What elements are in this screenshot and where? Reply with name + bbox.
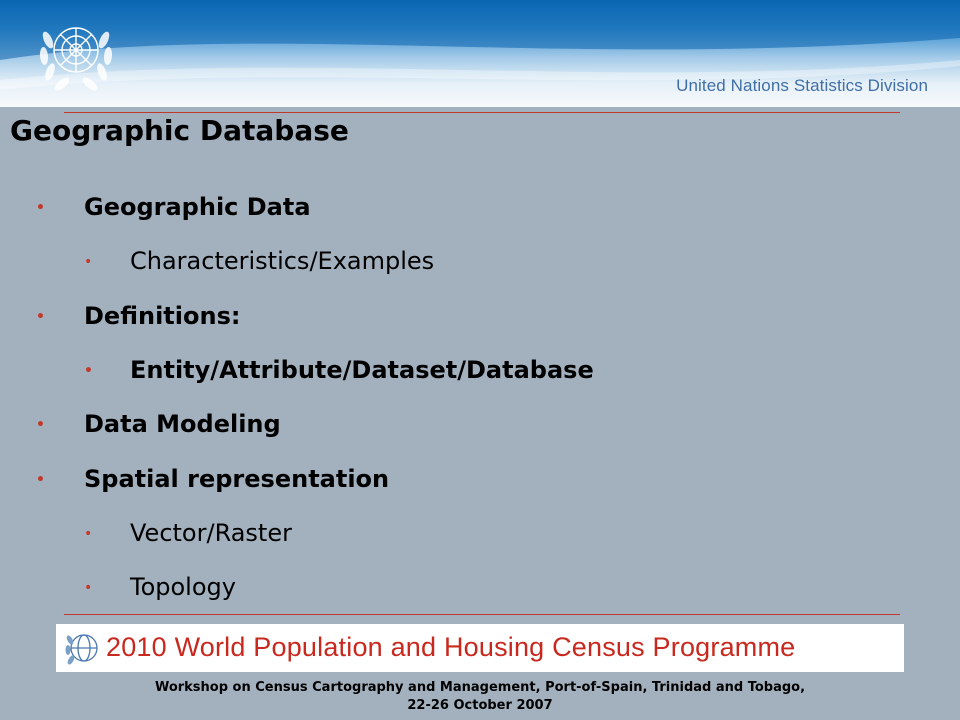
top-divider	[64, 112, 900, 113]
bullet-marker: •	[36, 200, 45, 216]
division-name: United Nations Statistics Division	[676, 76, 928, 95]
bullet-marker: •	[84, 254, 93, 270]
slide-title: Geographic Database	[10, 114, 349, 147]
bullet-item: • Data Modeling	[36, 410, 281, 438]
bullet-marker: •	[84, 580, 93, 596]
footer-line-2: 22-26 October 2007	[407, 698, 553, 713]
un-emblem-icon	[39, 27, 113, 91]
footer-line-1: Workshop on Census Cartography and Manag…	[154, 680, 806, 695]
bullet-marker: •	[36, 417, 45, 433]
census-banner: 2010 World Population and Housing Census…	[56, 624, 904, 672]
bottom-divider	[64, 614, 900, 615]
bullet-text: Definitions:	[84, 302, 241, 330]
bullet-text: Geographic Data	[84, 193, 311, 221]
bullet-text: Data Modeling	[84, 410, 281, 438]
bullet-text: Characteristics/Examples	[130, 247, 435, 275]
bullet-item: • Characteristics/Examples	[84, 247, 435, 275]
bullet-text: Vector/Raster	[130, 519, 292, 547]
bullet-marker: •	[36, 309, 45, 325]
slide-header: United Nations Statistics Division	[0, 0, 960, 107]
bullet-item: • Geographic Data	[36, 193, 311, 221]
bullet-text: Entity/Attribute/Dataset/Database	[130, 356, 594, 384]
bullet-item: • Vector/Raster	[84, 519, 292, 547]
bullet-item: • Definitions:	[36, 302, 241, 330]
bullet-marker: •	[36, 472, 45, 488]
bullet-text: Spatial representation	[84, 465, 390, 493]
footer-text: Workshop on Census Cartography and Manag…	[0, 679, 960, 715]
bullet-text: Topology	[130, 573, 236, 601]
census-programme-logo-icon	[65, 634, 98, 665]
census-programme-title: 2010 World Population and Housing Census…	[106, 632, 796, 662]
bullet-item: • Entity/Attribute/Dataset/Database	[84, 356, 594, 384]
bullet-item: • Topology	[84, 573, 236, 601]
bullet-marker: •	[84, 363, 93, 379]
bullet-item: • Spatial representation	[36, 465, 390, 493]
bullet-marker: •	[84, 526, 93, 542]
